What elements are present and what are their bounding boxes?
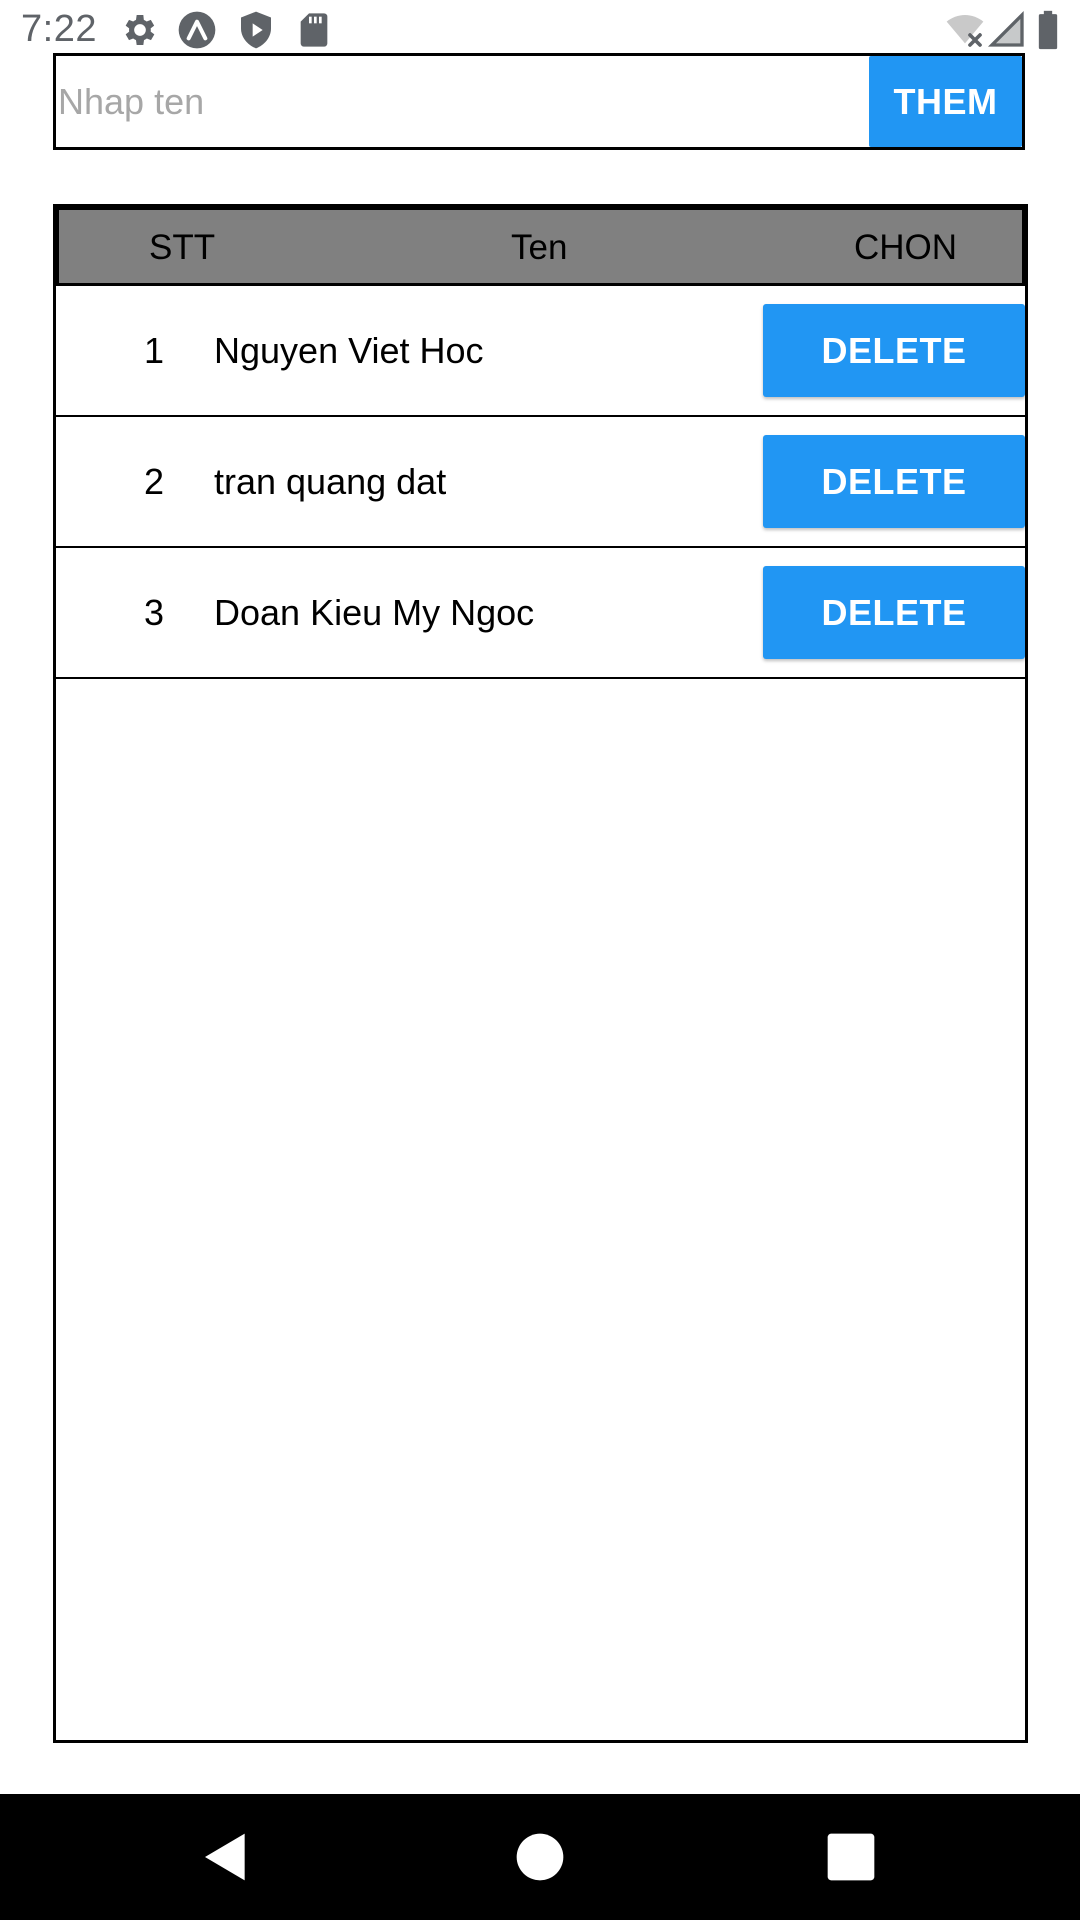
delete-button[interactable]: DELETE: [763, 304, 1025, 397]
back-icon[interactable]: [198, 1829, 254, 1885]
row-stt: 1: [143, 330, 165, 371]
delete-button[interactable]: DELETE: [763, 566, 1025, 659]
table-header: STT Ten CHON: [56, 207, 1025, 286]
cell-signal-icon: [987, 10, 1027, 50]
settings-icon: [120, 10, 160, 50]
table-row: 2 tran quang dat DELETE: [56, 417, 1025, 548]
header-name: Ten: [511, 228, 568, 267]
header-action: CHON: [854, 228, 958, 267]
recents-icon[interactable]: [823, 1829, 879, 1885]
input-row: THEM: [53, 53, 1025, 150]
screen: 7:22 THEM STT Ten CHON: [0, 0, 1080, 1920]
row-name: Doan Kieu My Ngoc: [214, 592, 535, 633]
row-name: Nguyen Viet Hoc: [214, 330, 484, 371]
status-bar: 7:22: [0, 0, 1080, 60]
table-frame: STT Ten CHON 1 Nguyen Viet Hoc DELETE 2 …: [53, 204, 1028, 1743]
expo-icon: [177, 10, 217, 50]
row-stt: 3: [143, 592, 165, 633]
sd-card-icon: [294, 10, 334, 50]
row-stt: 2: [143, 461, 165, 502]
table-row: 3 Doan Kieu My Ngoc DELETE: [56, 548, 1025, 679]
row-name: tran quang dat: [214, 461, 447, 502]
delete-button[interactable]: DELETE: [763, 435, 1025, 528]
navigation-bar: [0, 1794, 1080, 1920]
add-button[interactable]: THEM: [869, 56, 1022, 147]
table-row: 1 Nguyen Viet Hoc DELETE: [56, 286, 1025, 417]
battery-icon: [1033, 10, 1063, 50]
play-shield-icon: [236, 10, 276, 50]
wifi-off-icon: [944, 10, 986, 50]
header-stt: STT: [149, 228, 216, 267]
status-time: 7:22: [21, 8, 97, 50]
home-icon[interactable]: [512, 1829, 568, 1885]
name-input[interactable]: [56, 56, 872, 147]
